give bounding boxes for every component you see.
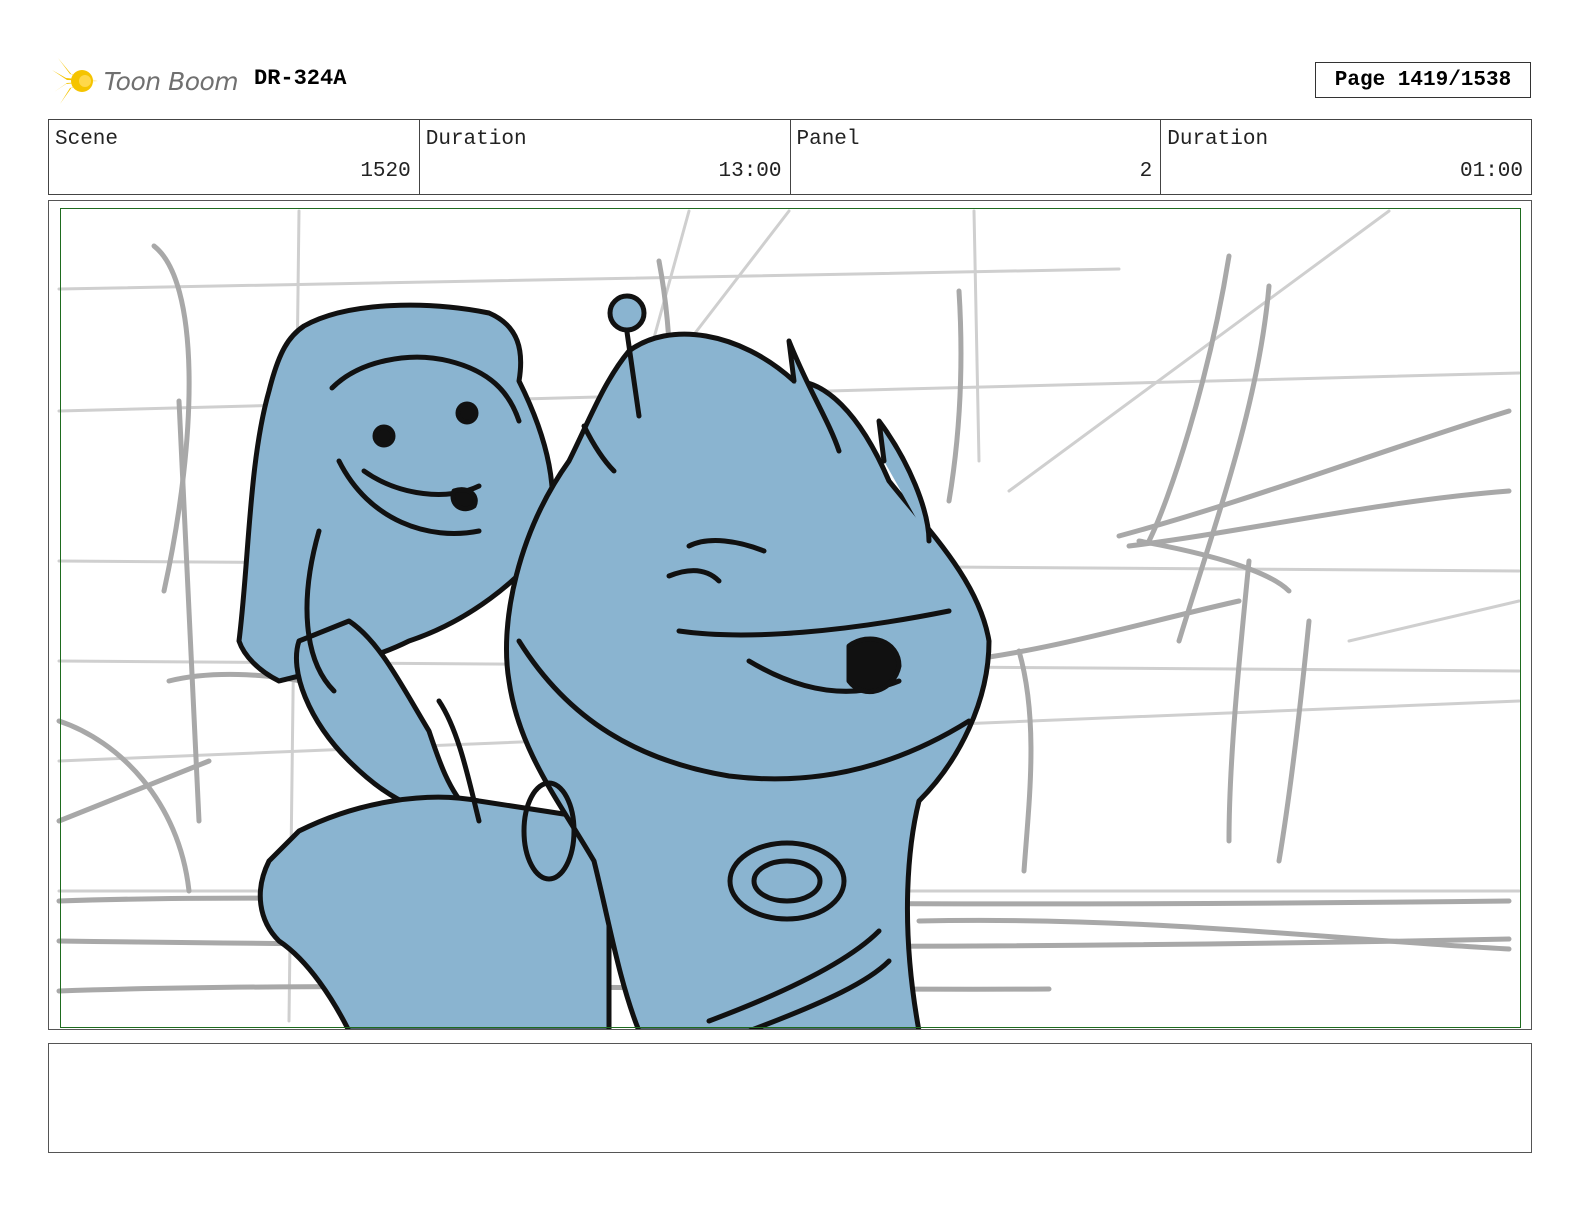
toon-boom-logo: Toon Boom [52,56,239,106]
panel-notes-box [48,1043,1532,1153]
panel-duration-label: Duration [1167,128,1269,151]
panel-duration-cell: Duration 01:00 [1161,120,1531,194]
storyboard-panel [48,200,1532,1030]
scene-duration-label: Duration [425,128,527,151]
panel-label: Panel [796,128,860,151]
logo-text: Toon Boom [104,66,239,96]
page-number: Page 1419/1538 [1315,62,1531,98]
panel-duration-value: 01:00 [1459,160,1523,183]
scene-duration-cell: Duration 13:00 [420,120,791,194]
scene-label: Scene [55,128,119,151]
scene-value: 1520 [360,160,411,183]
panel-value: 2 [1139,160,1153,183]
scene-info-row: Scene 1520 Duration 13:00 Panel 2 Durati… [48,119,1532,195]
panel-cell: Panel 2 [791,120,1162,194]
document-code: DR-324A [254,66,347,91]
starburst-icon [52,58,98,104]
scene-cell: Scene 1520 [49,120,420,194]
scene-duration-value: 13:00 [718,160,782,183]
storyboard-drawing [56,209,1521,1029]
